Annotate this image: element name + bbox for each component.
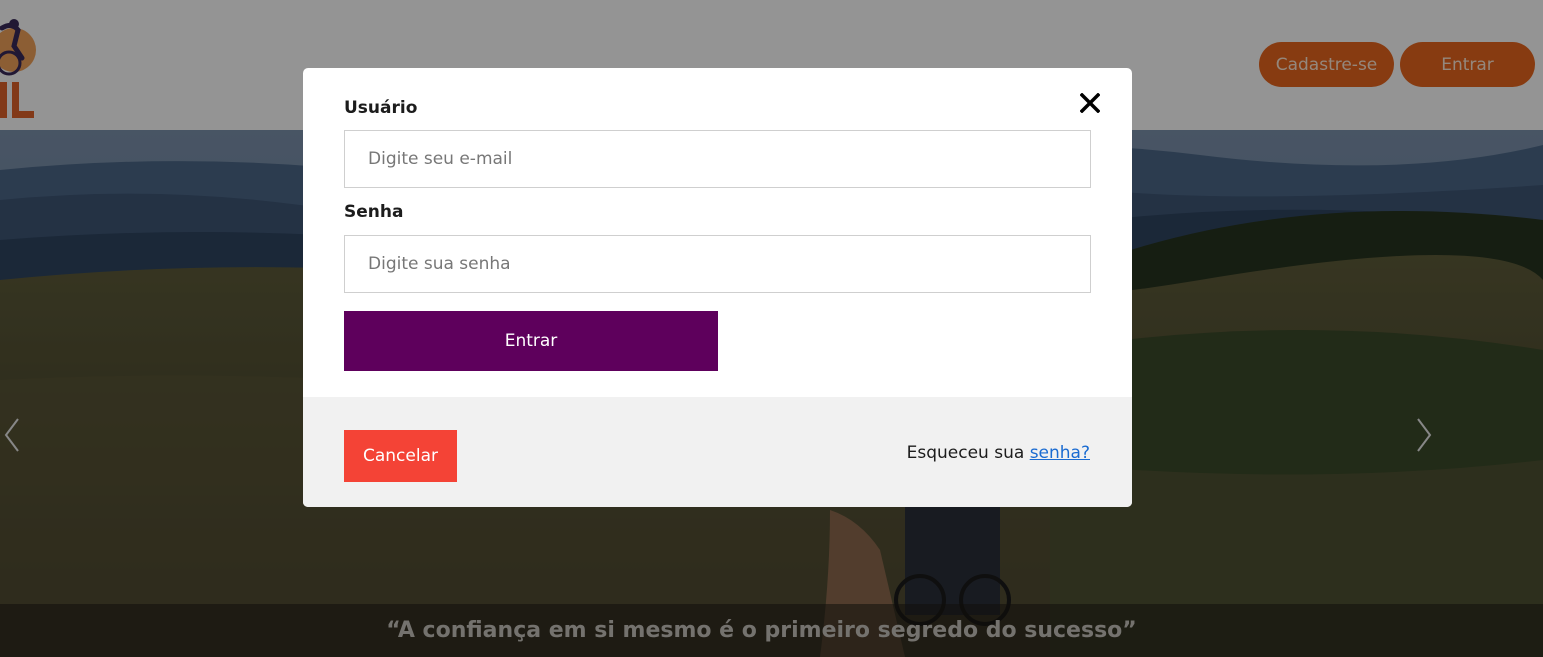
email-field[interactable] xyxy=(344,130,1091,188)
password-label: Senha xyxy=(344,202,404,222)
password-field[interactable] xyxy=(344,235,1091,293)
forgot-password-link[interactable]: senha? xyxy=(1030,443,1090,463)
cancel-button[interactable]: Cancelar xyxy=(344,430,457,482)
username-label: Usuário xyxy=(344,98,418,118)
forgot-password-text: Esqueceu sua xyxy=(906,443,1025,463)
forgot-password: Esqueceu sua senha? xyxy=(907,443,1090,463)
login-modal: Usuário Senha Entrar Cancelar Esqueceu s… xyxy=(303,68,1132,507)
close-icon[interactable] xyxy=(1075,88,1105,118)
modal-footer: Cancelar Esqueceu sua senha? xyxy=(303,397,1132,507)
submit-login-button[interactable]: Entrar xyxy=(344,311,718,371)
